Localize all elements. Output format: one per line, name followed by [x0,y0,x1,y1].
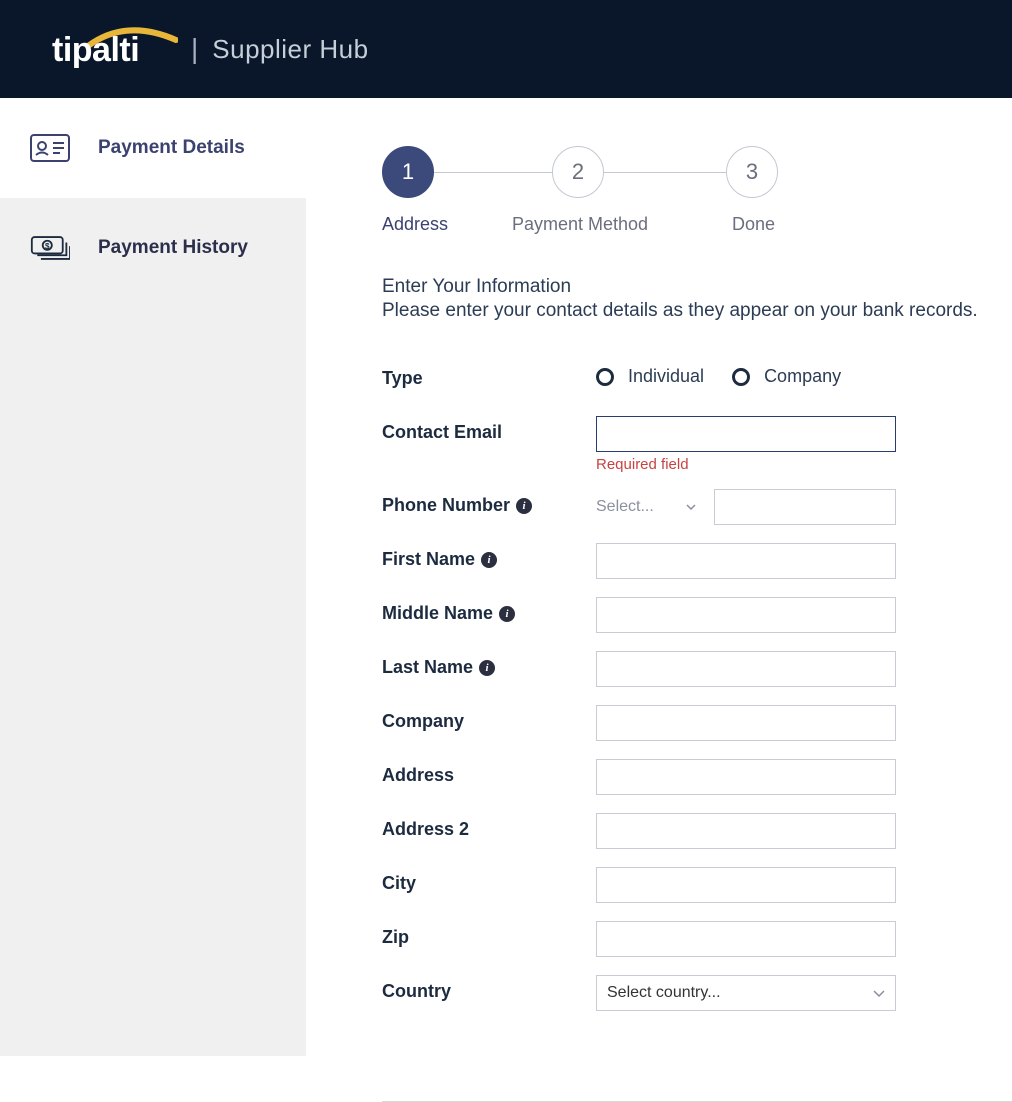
phone-input[interactable] [714,489,896,525]
step-label-payment-method: Payment Method [512,214,648,235]
info-icon[interactable]: i [516,498,532,514]
step-1[interactable]: 1 [382,146,434,198]
header-bar: tipalti | Supplier Hub [0,0,1012,98]
phone-select-placeholder: Select... [596,498,654,516]
radio-label: Individual [628,366,704,387]
country-select[interactable]: Select country... [596,975,896,1011]
radio-icon [596,368,614,386]
sidebar-item-label: Payment History [98,237,248,259]
company-input[interactable] [596,705,896,741]
app-title: Supplier Hub [212,34,368,65]
sidebar-item-payment-details[interactable]: Payment Details [0,98,306,198]
brand-wrap: tipalti | Supplier Hub [52,24,369,74]
intro-title: Enter Your Information [382,276,1012,298]
zip-label: Zip [382,921,596,948]
phone-label: Phone Number i [382,489,596,516]
step-label-address: Address [382,214,448,235]
step-label-done: Done [732,214,775,235]
address2-label: Address 2 [382,813,596,840]
brand-text: tipalti [52,31,139,70]
first-name-input[interactable] [596,543,896,579]
main-panel: 1 2 3 Address Payment Method Done Enter … [306,98,1012,1056]
chevron-down-icon [873,990,885,997]
info-icon[interactable]: i [481,552,497,568]
middle-name-label: Middle Name i [382,597,596,624]
radio-icon [732,368,750,386]
address-input[interactable] [596,759,896,795]
svg-text:$: $ [45,242,50,251]
info-icon[interactable]: i [499,606,515,622]
intro-subtitle: Please enter your contact details as the… [382,300,1012,322]
step-3[interactable]: 3 [726,146,778,198]
phone-label-text: Phone Number [382,495,510,516]
last-name-label: Last Name i [382,651,596,678]
last-name-input[interactable] [596,651,896,687]
type-company-radio[interactable]: Company [732,366,841,387]
id-card-icon [30,132,70,164]
contact-email-error: Required field [596,456,896,473]
info-icon[interactable]: i [479,660,495,676]
step-circle: 3 [726,146,778,198]
last-name-label-text: Last Name [382,657,473,678]
country-placeholder: Select country... [607,984,721,1002]
radio-label: Company [764,366,841,387]
sidebar-item-payment-history[interactable]: $ Payment History [0,198,306,298]
type-label: Type [382,362,596,389]
country-label: Country [382,975,596,1002]
chevron-down-icon [686,504,696,510]
contact-email-label: Contact Email [382,416,596,443]
step-2[interactable]: 2 [552,146,604,198]
city-label: City [382,867,596,894]
city-input[interactable] [596,867,896,903]
middle-name-label-text: Middle Name [382,603,493,624]
step-circle: 2 [552,146,604,198]
zip-input[interactable] [596,921,896,957]
contact-email-input[interactable] [596,416,896,452]
first-name-label: First Name i [382,543,596,570]
tipalti-logo: tipalti [52,24,177,74]
brand-divider: | [191,33,198,65]
step-circle: 1 [382,146,434,198]
middle-name-input[interactable] [596,597,896,633]
phone-country-select[interactable]: Select... [596,489,696,525]
sidebar: Payment Details $ Payment History [0,98,306,1056]
type-individual-radio[interactable]: Individual [596,366,704,387]
first-name-label-text: First Name [382,549,475,570]
sidebar-item-label: Payment Details [98,137,245,159]
address2-input[interactable] [596,813,896,849]
cash-stack-icon: $ [30,232,70,264]
address-label: Address [382,759,596,786]
company-label: Company [382,705,596,732]
